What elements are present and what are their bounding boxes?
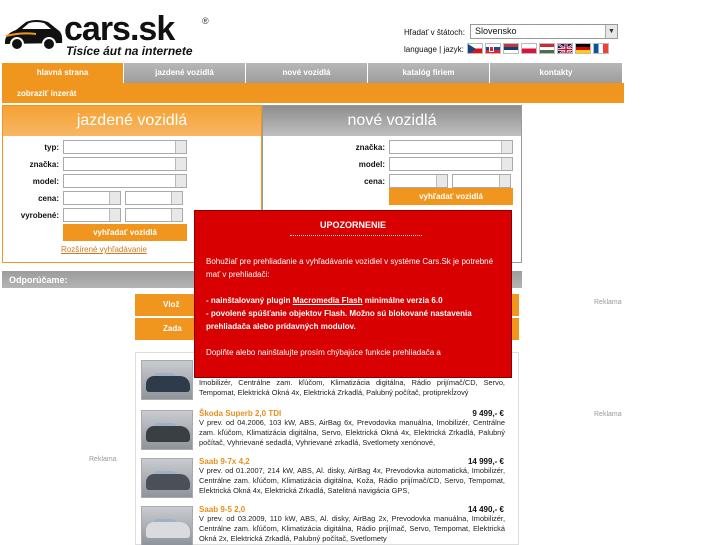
modal-requirement-2: - povolené spúšťanie objektov Flash. Mož… — [206, 309, 472, 331]
chevron-down-icon[interactable] — [109, 192, 120, 204]
listing-title[interactable]: Škoda Superb 2,0 TDI — [199, 409, 281, 418]
gb-flag-icon[interactable] — [557, 43, 573, 54]
hu-flag-icon[interactable] — [539, 43, 555, 54]
flash-download-link[interactable]: Macromedia Flash — [293, 296, 363, 305]
registered-mark: ® — [202, 16, 209, 26]
req1-suffix: minimálne verzia 6.0 — [362, 296, 443, 305]
new-panel-title: nové vozidlá — [263, 106, 521, 136]
recommend-label: Odporúčame: — [9, 275, 68, 285]
year-label: vyrobené: — [20, 211, 59, 220]
chevron-down-icon[interactable] — [109, 209, 120, 221]
main-nav: hlavná strana jazdené vozidlá nové vozid… — [2, 63, 624, 83]
page: cars.sk ® Tisíce áut na internete Hľadať… — [0, 0, 727, 545]
car-thumbnail[interactable] — [141, 410, 193, 450]
listing-item[interactable]: Saab 9-5 2,0 14 490,- € V prev. od 03.20… — [136, 502, 518, 545]
subnav: zobraziť inzerát — [2, 83, 624, 103]
listing-price: 14 490,- € — [467, 505, 504, 514]
tab-contacts[interactable]: kontakty — [490, 63, 622, 83]
chevron-down-icon[interactable] — [171, 192, 182, 204]
new-brand-label: značka: — [355, 143, 385, 152]
year-to-select[interactable] — [125, 208, 183, 222]
modal-divider — [290, 235, 422, 236]
fr-flag-icon[interactable] — [593, 43, 609, 54]
brand-label: značka: — [29, 160, 59, 169]
new-price-from-select[interactable] — [389, 174, 448, 188]
modal-intro: Bohužiaľ pre prehliadanie a vyhľadávanie… — [206, 257, 494, 279]
tab-company-catalog[interactable]: katalóg firiem — [368, 63, 489, 83]
language-label: language | jazyk: — [404, 45, 464, 54]
listing-price: 9 499,- € — [472, 409, 504, 418]
vehicle-listing: Imobilizér, Centrálne zam. kľúčom, Klima… — [135, 352, 519, 545]
price-from-select[interactable] — [63, 191, 121, 205]
cz-flag-icon[interactable] — [467, 43, 483, 54]
listing-desc: V prev. od 03.2009, 110 kW, ABS, Al. dis… — [199, 514, 505, 543]
listing-title[interactable]: Saab 9-7x 4,2 — [199, 457, 250, 466]
tab-home[interactable]: hlavná strana — [2, 63, 123, 83]
country-select[interactable]: Slovensko ▼ — [470, 24, 618, 39]
new-model-select[interactable] — [389, 157, 513, 171]
ad-label: Reklama — [594, 411, 622, 418]
listing-item[interactable]: Saab 9-7x 4,2 14 999,- € V prev. od 01.2… — [136, 454, 518, 502]
brand-select[interactable] — [63, 157, 187, 171]
ad-label: Reklama — [89, 456, 117, 463]
used-panel-title: jazdené vozidlá — [3, 106, 261, 136]
tab-new-vehicles[interactable]: nové vozidlá — [246, 63, 367, 83]
advanced-search-link[interactable]: Rozšírené vyhľadávanie — [61, 245, 147, 254]
modal-requirement-1: - nainštalovaný plugin Macromedia Flash … — [206, 294, 502, 307]
subnav-show-listing-link[interactable]: zobraziť inzerát — [17, 89, 76, 98]
listing-item[interactable]: Škoda Superb 2,0 TDI 9 499,- € V prev. o… — [136, 406, 518, 454]
model-label: model: — [32, 177, 59, 186]
modal-title: UPOZORNENIE — [319, 220, 386, 230]
country-select-value: Slovensko — [475, 26, 517, 36]
listing-desc: V prev. od 04.2006, 103 kW, ABS, AirBag … — [199, 418, 505, 447]
modal-outro: Doplňte alebo nainštalujte prosím chýbaj… — [206, 348, 441, 357]
rs-flag-icon[interactable] — [503, 43, 519, 54]
model-select[interactable] — [63, 174, 187, 188]
chevron-down-icon[interactable] — [175, 141, 186, 153]
listing-title[interactable]: Saab 9-5 2,0 — [199, 505, 245, 514]
chevron-down-icon[interactable] — [499, 175, 510, 187]
tab-used-vehicles[interactable]: jazdené vozidlá — [124, 63, 245, 83]
req1-prefix: - nainštalovaný plugin — [206, 296, 293, 305]
pl-flag-icon[interactable] — [521, 43, 537, 54]
type-label: typ: — [44, 143, 59, 152]
new-brand-select[interactable] — [389, 140, 513, 154]
logo[interactable]: cars.sk ® Tisíce áut na internete — [2, 10, 242, 58]
chevron-down-icon[interactable] — [436, 175, 447, 187]
new-model-label: model: — [358, 160, 385, 169]
country-search-label: Hľadať v štátoch: — [404, 28, 465, 37]
chevron-down-icon[interactable] — [171, 209, 182, 221]
new-price-to-select[interactable] — [452, 174, 511, 188]
type-select[interactable] — [63, 140, 187, 154]
search-used-button[interactable]: vyhľadať vozidlá — [63, 224, 187, 241]
modal-text: Bohužiaľ pre prehliadanie a vyhľadávanie… — [206, 255, 502, 359]
chevron-down-icon[interactable] — [501, 158, 512, 170]
ad-label: Reklama — [594, 299, 622, 306]
chevron-down-icon[interactable] — [501, 141, 512, 153]
listing-desc: V prev. od 01.2007, 214 kW, ABS, Al. dis… — [199, 466, 505, 495]
chevron-down-icon[interactable] — [175, 158, 186, 170]
new-price-label: cena: — [364, 177, 385, 186]
price-label: cena: — [38, 194, 59, 203]
year-from-select[interactable] — [63, 208, 121, 222]
price-to-select[interactable] — [125, 191, 183, 205]
sk-flag-icon[interactable] — [485, 43, 501, 54]
de-flag-icon[interactable] — [575, 43, 591, 54]
language-flags — [467, 43, 609, 54]
car-thumbnail[interactable] — [141, 360, 193, 400]
listing-desc: Imobilizér, Centrálne zam. kľúčom, Klima… — [199, 378, 505, 397]
logo-tagline: Tisíce áut na internete — [66, 44, 193, 58]
listing-price: 14 999,- € — [467, 457, 504, 466]
car-thumbnail[interactable] — [141, 506, 193, 545]
search-new-button[interactable]: vyhľadať vozidlá — [389, 188, 513, 205]
chevron-down-icon[interactable]: ▼ — [605, 25, 617, 38]
car-thumbnail[interactable] — [141, 458, 193, 498]
car-logo-icon — [4, 20, 63, 51]
flash-warning-modal: UPOZORNENIE Bohužiaľ pre prehliadanie a … — [194, 210, 512, 378]
chevron-down-icon[interactable] — [175, 175, 186, 187]
